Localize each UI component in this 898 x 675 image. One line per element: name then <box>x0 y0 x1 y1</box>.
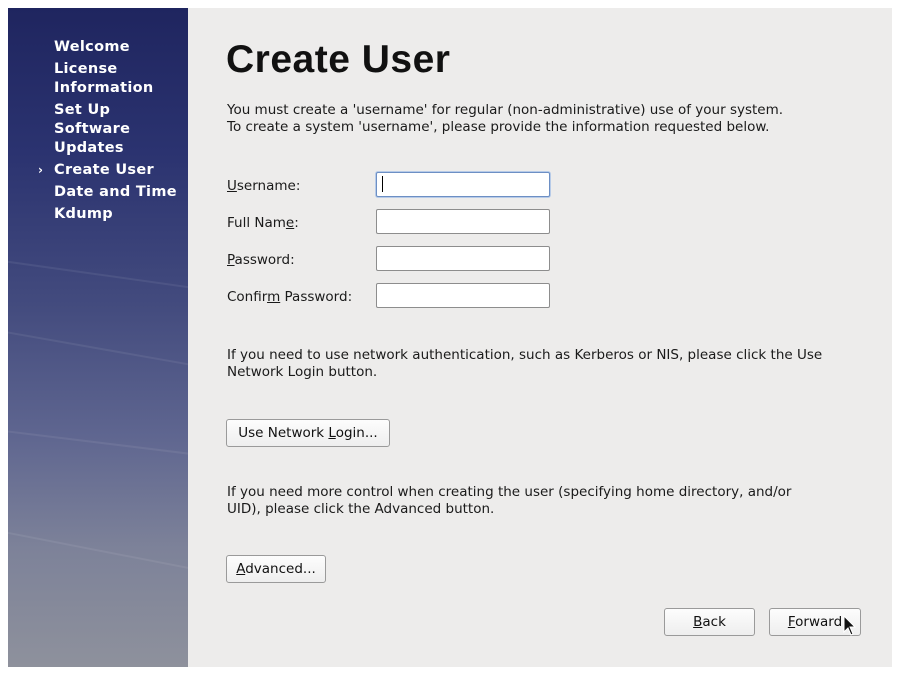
step-label: Welcome <box>54 39 130 55</box>
confirm-password-input[interactable] <box>376 283 550 308</box>
step-kdump: Kdump <box>54 205 186 224</box>
network-login-text: If you need to use network authenticatio… <box>227 347 823 380</box>
sidebar-decoration <box>8 258 188 297</box>
password-input[interactable] <box>376 246 550 271</box>
firstboot-window: Welcome License Information Set Up Softw… <box>8 8 892 667</box>
step-software-updates: Set Up Software Updates <box>54 101 186 158</box>
step-label: Set Up Software Updates <box>54 102 131 156</box>
use-network-login-button[interactable]: Use Network Login... <box>226 419 390 447</box>
confirm-password-label: Confirm Password: <box>227 289 353 305</box>
text-caret <box>382 176 383 192</box>
step-label: License Information <box>54 61 154 96</box>
main-content: Create User You must create a 'username'… <box>188 8 892 667</box>
chevron-right-icon: › <box>38 163 44 177</box>
username-input[interactable] <box>376 172 550 197</box>
step-welcome: Welcome <box>54 38 186 57</box>
page-title: Create User <box>226 38 451 81</box>
username-label: Username: <box>227 178 301 194</box>
step-label: Date and Time <box>54 184 177 200</box>
step-license-information: License Information <box>54 60 186 98</box>
back-button[interactable]: Back <box>664 608 755 636</box>
cursor-arrow-icon <box>843 615 857 636</box>
intro-text: You must create a 'username' for regular… <box>227 102 784 135</box>
fullname-input[interactable] <box>376 209 550 234</box>
advanced-button[interactable]: Advanced... <box>226 555 326 583</box>
step-label: Kdump <box>54 206 113 222</box>
steps-list: Welcome License Information Set Up Softw… <box>38 38 186 227</box>
sidebar-decoration <box>8 328 188 376</box>
step-create-user: › Create User <box>38 161 186 180</box>
steps-sidebar: Welcome License Information Set Up Softw… <box>8 8 188 667</box>
password-label: Password: <box>227 252 295 268</box>
fullname-label: Full Name: <box>227 215 299 231</box>
sidebar-decoration <box>8 528 188 580</box>
step-label: Create User <box>54 162 154 178</box>
sidebar-decoration <box>8 428 188 462</box>
step-date-and-time: Date and Time <box>54 183 186 202</box>
advanced-text: If you need more control when creating t… <box>227 484 792 517</box>
